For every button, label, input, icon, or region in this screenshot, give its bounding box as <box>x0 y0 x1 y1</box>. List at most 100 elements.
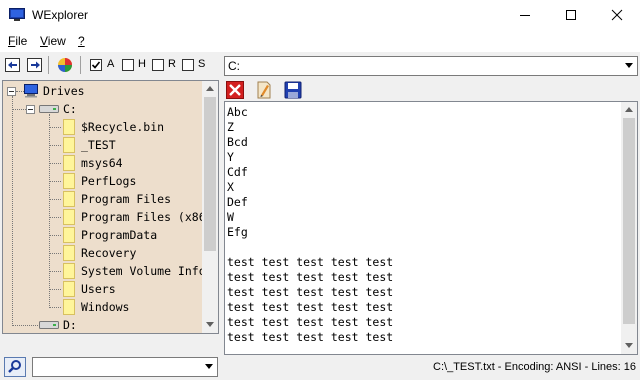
checkmark-icon <box>91 61 101 69</box>
toolbar-separator <box>80 56 81 74</box>
folder-icon <box>63 173 75 189</box>
scroll-thumb[interactable] <box>204 97 216 251</box>
content-line: W <box>227 210 234 224</box>
content-line: test test test test test <box>227 315 394 329</box>
folder-icon <box>63 227 75 243</box>
filter-h-label: H <box>138 58 146 70</box>
menu-help[interactable]: ? <box>78 34 85 48</box>
tree-expander-drives[interactable] <box>7 87 16 96</box>
tree-folder-label: msys64 <box>81 156 123 170</box>
maximize-icon <box>566 10 576 20</box>
chevron-down-icon <box>206 322 214 327</box>
save-button[interactable] <box>284 81 302 99</box>
chevron-down-icon <box>625 343 633 348</box>
content-line: Y <box>227 150 234 164</box>
filter-a-label: A <box>107 58 115 70</box>
chevron-up-icon <box>625 107 633 112</box>
content-line: Abc <box>227 105 248 119</box>
file-content-viewer[interactable]: Abc Z Bcd Y Cdf X Def W Efg test test test test t… <box>224 101 638 355</box>
filter-a-checkbox[interactable] <box>90 59 102 71</box>
tree-connector <box>49 271 61 272</box>
content-line: X <box>227 180 234 194</box>
tree-folder-label: System Volume Information <box>81 264 218 278</box>
menu-help-mnemonic: ? <box>78 34 85 48</box>
folder-icon <box>63 299 75 315</box>
tree-folder-label: ProgramData <box>81 228 158 242</box>
edit-document-icon <box>257 81 271 99</box>
content-line: Z <box>227 120 234 134</box>
arrow-right-icon <box>27 58 42 72</box>
folder-tree[interactable]: Drives C: $Recycle.bin _TEST msys64 PerfLog… <box>2 80 219 334</box>
content-line: test test test test test <box>227 285 394 299</box>
content-line: Cdf <box>227 165 248 179</box>
drive-select-value: C: <box>228 59 240 73</box>
tree-connector <box>16 91 24 92</box>
title-bar[interactable]: WExplorer <box>0 0 640 32</box>
menu-view-label: iew <box>47 34 66 48</box>
close-button[interactable] <box>594 0 640 30</box>
forward-button[interactable] <box>26 56 44 74</box>
content-line: test test test test test <box>227 300 394 314</box>
tree-connector <box>49 217 61 218</box>
filter-r-checkbox[interactable] <box>152 59 164 71</box>
content-scrollbar[interactable] <box>621 102 637 354</box>
tree-folder-label: Windows <box>81 300 130 314</box>
folder-icon <box>63 209 75 225</box>
filter-h-checkbox[interactable] <box>122 59 134 71</box>
scroll-up-button[interactable] <box>202 81 218 97</box>
search-button[interactable] <box>4 357 26 377</box>
search-icon <box>8 360 21 373</box>
drive-select[interactable]: C: <box>224 56 638 76</box>
folder-icon <box>63 119 75 135</box>
scroll-up-button[interactable] <box>621 102 637 118</box>
content-line: Efg <box>227 225 248 239</box>
tree-connector <box>49 307 61 308</box>
menu-file[interactable]: File <box>8 34 27 48</box>
edit-button[interactable] <box>255 81 273 99</box>
folder-icon <box>63 155 75 171</box>
tree-folder-label: _TEST <box>81 138 116 152</box>
folder-icon <box>63 245 75 261</box>
drive-select-dropdown[interactable] <box>621 57 637 75</box>
content-line: test test test test test <box>227 330 394 344</box>
minimize-button[interactable] <box>502 0 548 30</box>
folder-icon <box>63 281 75 297</box>
tree-folder-label: Users <box>81 282 116 296</box>
search-history-dropdown[interactable] <box>201 358 217 376</box>
tree-folder-label: Program Files (x86) <box>81 210 213 224</box>
menu-file-label: ile <box>15 34 28 48</box>
content-line: Bcd <box>227 135 248 149</box>
minimize-icon <box>520 15 530 16</box>
scroll-down-button[interactable] <box>202 317 218 333</box>
menu-bar: File View ? <box>0 32 640 52</box>
color-button[interactable] <box>56 56 74 74</box>
tree-folder-label: $Recycle.bin <box>81 120 165 134</box>
tree-connector <box>12 325 38 326</box>
window-title: WExplorer <box>32 8 89 22</box>
tree-connector <box>49 289 61 290</box>
delete-button[interactable] <box>226 81 244 99</box>
scroll-thumb[interactable] <box>623 118 635 324</box>
tree-connector <box>49 145 61 146</box>
maximize-button[interactable] <box>548 0 594 30</box>
folder-icon <box>63 191 75 207</box>
tree-scrollbar[interactable] <box>202 81 218 333</box>
tree-connector <box>49 199 61 200</box>
tree-connector <box>49 163 61 164</box>
arrow-left-icon <box>5 58 20 72</box>
toolbar-separator <box>48 56 49 74</box>
chevron-up-icon <box>206 86 214 91</box>
folder-icon <box>63 263 75 279</box>
tree-connector <box>12 96 13 324</box>
tree-folder-label: Program Files <box>81 192 172 206</box>
menu-view[interactable]: View <box>40 34 66 48</box>
hard-drive-icon <box>39 321 59 329</box>
filter-s-checkbox[interactable] <box>182 59 194 71</box>
scroll-down-button[interactable] <box>621 338 637 354</box>
tree-connector <box>49 253 61 254</box>
back-button[interactable] <box>4 56 22 74</box>
file-content-text: Abc Z Bcd Y Cdf X Def W Efg test test test test t… <box>227 105 393 345</box>
content-line: test test test test test <box>227 270 394 284</box>
tree-expander-c[interactable] <box>26 105 35 114</box>
search-input[interactable] <box>32 357 218 377</box>
